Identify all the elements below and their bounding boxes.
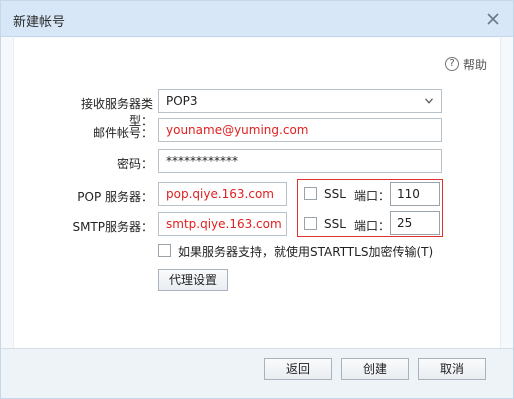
password-label: 密码： [116,157,153,171]
title-bar: 新建帐号 [1,1,513,37]
pop-server-field[interactable]: pop.qiye.163.com [158,182,287,206]
help-icon: ? [444,57,459,71]
ssl-port-group: SSL 端口： 110 SSL 端口： 25 [297,179,443,237]
protocol-value: POP3 [166,94,198,108]
close-icon [487,13,499,25]
cancel-button[interactable]: 取消 [418,358,486,380]
smtp-server-label: SMTP服务器： [72,220,153,234]
smtp-server-field[interactable]: smtp.qiye.163.com [158,212,287,236]
create-button[interactable]: 创建 [341,358,409,380]
help-link[interactable]: ? 帮助 [444,56,487,72]
email-label: 邮件帐号： [92,126,153,140]
smtp-ssl-checkbox[interactable] [304,217,317,230]
close-button[interactable] [485,11,501,27]
pop-ssl-checkbox[interactable] [304,187,317,200]
help-label: 帮助 [462,57,487,72]
new-account-dialog: 新建帐号 ? 帮助 接收服务器类型： POP3 邮件帐号： youname@yu… [0,0,514,399]
proxy-settings-button[interactable]: 代理设置 [158,269,228,291]
dialog-title: 新建帐号 [13,15,66,30]
smtp-ssl-label: SSL [324,217,346,231]
pop-server-label: POP 服务器： [77,190,153,204]
smtp-port-label: 端口： [354,219,391,233]
password-field[interactable]: ************ [158,149,442,173]
pop-port-input[interactable]: 110 [390,182,440,206]
pop-port-label: 端口： [354,189,391,203]
chevron-down-icon [425,98,433,104]
starttls-label: 如果服务器支持，就使用STARTTLS加密传输(T) [178,245,434,259]
starttls-checkbox[interactable] [158,244,171,257]
pop-ssl-label: SSL [324,187,346,201]
protocol-select[interactable]: POP3 [158,89,442,113]
email-field[interactable]: youname@yuming.com [158,118,442,142]
back-button[interactable]: 返回 [264,358,332,380]
smtp-port-input[interactable]: 25 [390,211,440,235]
